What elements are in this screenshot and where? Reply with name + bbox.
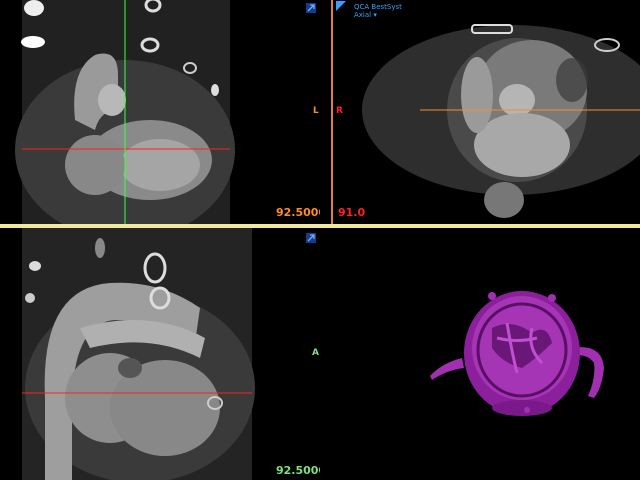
- viewport-bottom-left[interactable]: A 92.5000 ▲ ▼: [0, 228, 320, 480]
- series-menu-icon[interactable]: [336, 1, 346, 11]
- series-name: QCA BestSyst: [354, 3, 402, 11]
- orientation-arrow-icon[interactable]: [306, 233, 316, 243]
- ct-image-sagittal: [22, 228, 255, 480]
- viewport-top-right[interactable]: QCA BestSyst Axial ▾ R 91.0: [332, 0, 640, 224]
- ct-image-axial: [362, 24, 640, 218]
- orientation-label-right: R: [336, 106, 343, 116]
- volume-render-3d: [430, 291, 604, 416]
- ct-image-coronal: [15, 0, 235, 224]
- slice-position-value: 92.5000: [276, 464, 320, 477]
- series-plane-dropdown[interactable]: Axial ▾: [354, 11, 377, 19]
- pane-divider-vertical[interactable]: [331, 0, 333, 224]
- slice-position-value: 91.0: [338, 206, 366, 219]
- viewport-bottom-right[interactable]: [332, 228, 640, 480]
- orientation-arrow-icon[interactable]: [306, 3, 316, 13]
- orientation-label-left: L: [313, 106, 319, 116]
- orientation-label-anterior: A: [312, 348, 319, 358]
- viewport-top-left[interactable]: 92.5000 ▲ ▼: [0, 0, 320, 224]
- slice-position-value: 92.5000: [276, 206, 320, 219]
